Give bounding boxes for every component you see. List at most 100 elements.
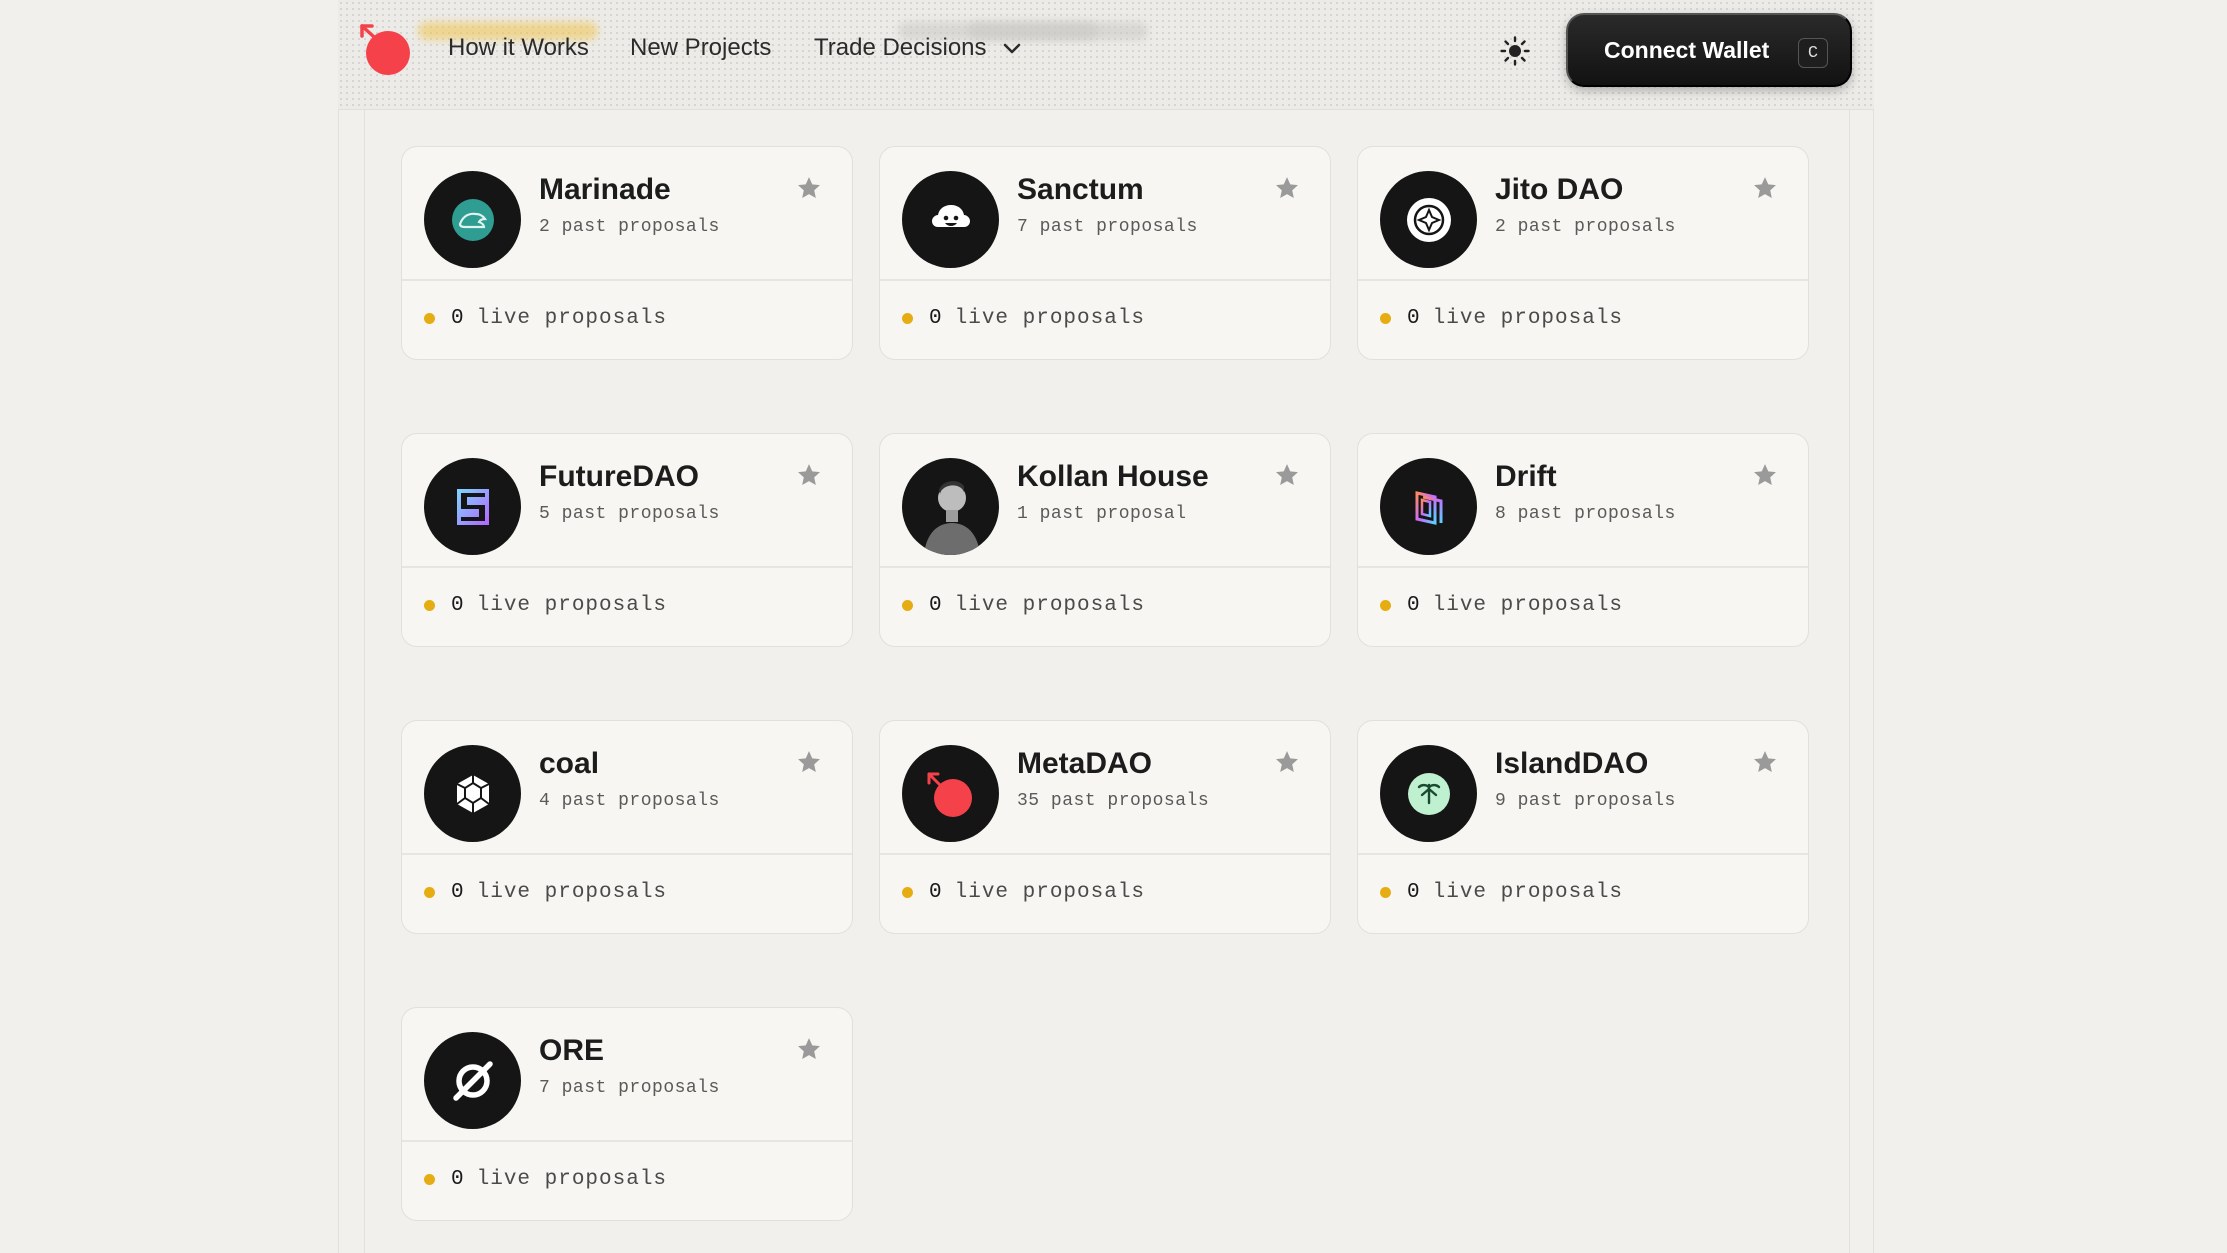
star-icon[interactable] [796, 1036, 822, 1062]
keyboard-shortcut-badge: C [1798, 38, 1828, 68]
project-name: Drift [1495, 460, 1557, 493]
live-status-dot [1380, 887, 1391, 898]
live-count: 0 [451, 1168, 465, 1191]
live-status-dot [424, 600, 435, 611]
star-icon[interactable] [796, 175, 822, 201]
project-name: FutureDAO [539, 460, 699, 493]
live-label: live proposals [1432, 594, 1624, 617]
past-proposals: 8 past proposals [1495, 504, 1676, 524]
project-name: coal [539, 747, 600, 780]
star-icon[interactable] [1752, 175, 1778, 201]
project-name: Kollan House [1017, 460, 1209, 493]
star-icon[interactable] [1274, 749, 1300, 775]
live-count: 0 [451, 307, 465, 330]
past-proposals: 35 past proposals [1017, 791, 1210, 811]
project-name: Sanctum [1017, 173, 1144, 206]
live-count: 0 [451, 594, 465, 617]
live-label: live proposals [476, 594, 668, 617]
past-proposals: 2 past proposals [539, 217, 720, 237]
star-icon[interactable] [1752, 749, 1778, 775]
connect-wallet-label: Connect Wallet [1604, 36, 1770, 63]
sanctum-icon [902, 171, 999, 268]
nav-trade-decisions-label: Trade Decisions [814, 34, 987, 61]
project-card-sanctum[interactable]: Sanctum 7 past proposals 0 live proposal… [879, 146, 1331, 360]
star-icon[interactable] [796, 462, 822, 488]
project-name: Jito DAO [1495, 173, 1624, 206]
live-status-dot [1380, 600, 1391, 611]
live-label: live proposals [954, 307, 1146, 330]
nav-new-projects[interactable]: New Projects [630, 34, 771, 62]
live-count: 0 [929, 307, 943, 330]
project-card-drift[interactable]: Drift 8 past proposals 0 live proposals [1357, 433, 1809, 647]
live-status-dot [902, 313, 913, 324]
past-proposals: 7 past proposals [1017, 217, 1198, 237]
past-proposals: 1 past proposal [1017, 504, 1187, 524]
past-proposals: 2 past proposals [1495, 217, 1676, 237]
live-proposals: 0 live proposals [902, 594, 1145, 617]
project-card-coal[interactable]: coal 4 past proposals 0 live proposals [401, 720, 853, 934]
live-label: live proposals [476, 1168, 668, 1191]
connect-wallet-button[interactable]: Connect Wallet C [1566, 13, 1852, 87]
live-proposals: 0 live proposals [1380, 594, 1623, 617]
project-name: Marinade [539, 173, 671, 206]
past-proposals: 5 past proposals [539, 504, 720, 524]
live-proposals: 0 live proposals [424, 1168, 667, 1191]
jito-icon [1380, 171, 1477, 268]
live-proposals: 0 live proposals [902, 307, 1145, 330]
past-proposals: 7 past proposals [539, 1078, 720, 1098]
live-count: 0 [1407, 307, 1421, 330]
marinade-icon [424, 171, 521, 268]
project-card-jito-dao[interactable]: Jito DAO 2 past proposals 0 live proposa… [1357, 146, 1809, 360]
live-status-dot [902, 887, 913, 898]
live-label: live proposals [476, 307, 668, 330]
project-card-metadao[interactable]: MetaDAO 35 past proposals 0 live proposa… [879, 720, 1331, 934]
past-proposals: 4 past proposals [539, 791, 720, 811]
live-proposals: 0 live proposals [1380, 307, 1623, 330]
live-count: 0 [1407, 881, 1421, 904]
project-card-futuredao[interactable]: FutureDAO 5 past proposals 0 live propos… [401, 433, 853, 647]
star-icon[interactable] [1752, 462, 1778, 488]
live-status-dot [424, 1174, 435, 1185]
past-proposals: 9 past proposals [1495, 791, 1676, 811]
nav-how-it-works[interactable]: How it Works [448, 34, 589, 62]
live-proposals: 0 live proposals [902, 881, 1145, 904]
live-label: live proposals [954, 594, 1146, 617]
project-name: MetaDAO [1017, 747, 1153, 780]
project-card-ore[interactable]: ORE 7 past proposals 0 live proposals [401, 1007, 853, 1221]
drift-icon [1380, 458, 1477, 555]
live-label: live proposals [1432, 881, 1624, 904]
sun-icon[interactable] [1500, 36, 1530, 66]
live-status-dot [1380, 313, 1391, 324]
live-label: live proposals [476, 881, 668, 904]
project-name: IslandDAO [1495, 747, 1649, 780]
live-label: live proposals [954, 881, 1146, 904]
live-proposals: 0 live proposals [1380, 881, 1623, 904]
live-status-dot [424, 313, 435, 324]
live-proposals: 0 live proposals [424, 881, 667, 904]
live-count: 0 [451, 881, 465, 904]
live-count: 0 [929, 594, 943, 617]
live-proposals: 0 live proposals [424, 307, 667, 330]
star-icon[interactable] [796, 749, 822, 775]
islanddao-icon [1380, 745, 1477, 842]
futuredao-icon [424, 458, 521, 555]
star-icon[interactable] [1274, 175, 1300, 201]
live-proposals: 0 live proposals [424, 594, 667, 617]
live-count: 0 [929, 881, 943, 904]
ore-icon [424, 1032, 521, 1129]
project-card-marinade[interactable]: Marinade 2 past proposals 0 live proposa… [401, 146, 853, 360]
star-icon[interactable] [1274, 462, 1300, 488]
kollan-house-icon [902, 458, 999, 555]
chevron-down-icon [1003, 43, 1021, 53]
project-card-kollan-house[interactable]: Kollan House 1 past proposal 0 live prop… [879, 433, 1331, 647]
project-card-islanddao[interactable]: IslandDAO 9 past proposals 0 live propos… [1357, 720, 1809, 934]
project-name: ORE [539, 1034, 605, 1067]
live-status-dot [902, 600, 913, 611]
metadao-icon [902, 745, 999, 842]
coal-icon [424, 745, 521, 842]
nav-trade-decisions[interactable]: Trade Decisions [814, 34, 1021, 62]
live-count: 0 [1407, 594, 1421, 617]
metadao-logo-icon[interactable] [360, 22, 416, 78]
live-status-dot [424, 887, 435, 898]
live-label: live proposals [1432, 307, 1624, 330]
